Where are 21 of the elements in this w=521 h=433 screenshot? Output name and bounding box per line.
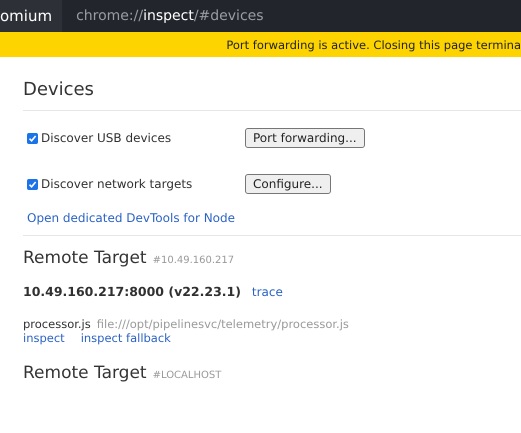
address-bar-url[interactable]: chrome://inspect/#devices <box>76 8 264 24</box>
target-host-hint: #LOCALHOST <box>152 370 222 381</box>
devices-heading: Devices <box>23 57 521 111</box>
remote-target-heading: Remote Target <box>23 363 147 383</box>
target-host-hint: #10.49.160.217 <box>152 255 234 266</box>
checkbox-label: Discover USB devices <box>41 131 172 145</box>
devtools-node-link[interactable]: Open dedicated DevTools for Node <box>27 211 236 225</box>
option-button[interactable]: Configure... <box>245 174 331 194</box>
checkbox[interactable] <box>27 132 38 144</box>
device-name: 10.49.160.217:8000 (v22.23.1) <box>23 284 241 299</box>
trace-link[interactable]: trace <box>252 285 283 299</box>
inspect-link[interactable]: inspect fallback <box>80 331 171 345</box>
infobar-message: Port forwarding is active. Closing this page termina <box>226 38 521 52</box>
remote-target-heading: Remote Target <box>23 248 147 268</box>
target-url: file:///opt/pipelinesvc/telemetry/processor.js <box>96 317 349 331</box>
checkbox-label: Discover network targets <box>41 177 192 191</box>
target-name: processor.js <box>23 317 91 331</box>
option-button[interactable]: Port forwarding... <box>245 128 365 148</box>
checkbox[interactable] <box>27 178 38 190</box>
browser-tab[interactable]: omium <box>0 0 62 32</box>
inspect-link[interactable]: inspect <box>23 331 65 345</box>
